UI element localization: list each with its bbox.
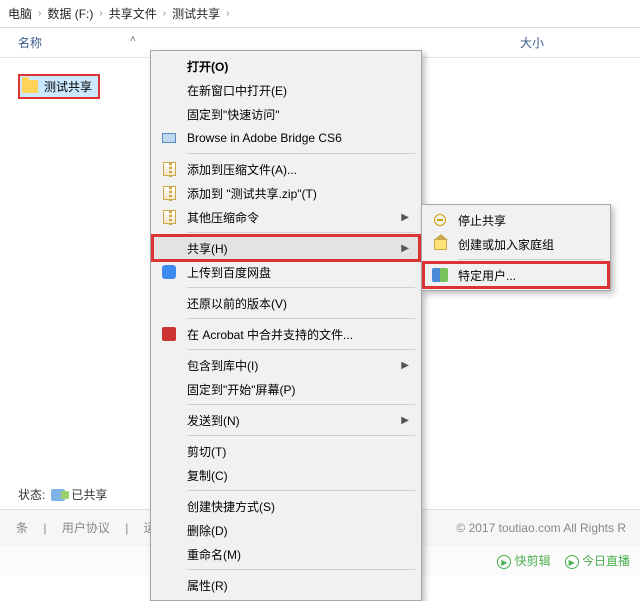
submenu-specific-users[interactable]: 特定用户... [424,263,608,287]
share-submenu: 停止共享 创建或加入家庭组 特定用户... [421,204,611,291]
menu-pin-quick-access[interactable]: 固定到"快速访问" [153,102,419,126]
chevron-right-icon: ▶ [401,360,409,371]
status-value: 已共享 [71,486,107,503]
people-icon [432,267,448,283]
shared-icon [51,489,65,501]
menu-pin-start[interactable]: 固定到"开始"屏幕(P) [153,377,419,401]
separator [187,435,415,436]
separator [187,569,415,570]
menu-acrobat-merge[interactable]: 在 Acrobat 中合并支持的文件... [153,322,419,346]
breadcrumb-item[interactable]: 数据 (F:) [47,5,93,22]
play-icon: ▶ [565,555,579,569]
separator [187,318,415,319]
pdf-icon [161,326,177,342]
menu-rename[interactable]: 重命名(M) [153,542,419,566]
menu-other-zip[interactable]: 其他压缩命令▶ [153,205,419,229]
menu-properties[interactable]: 属性(R) [153,573,419,597]
menu-create-shortcut[interactable]: 创建快捷方式(S) [153,494,419,518]
zip-icon [161,185,177,201]
menu-upload-baidu[interactable]: 上传到百度网盘 [153,260,419,284]
menu-add-to-zip[interactable]: 添加到压缩文件(A)... [153,157,419,181]
column-size[interactable]: 大小 [520,34,640,51]
menu-share[interactable]: 共享(H)▶ [153,236,419,260]
menu-delete[interactable]: 删除(D) [153,518,419,542]
chevron-right-icon: ▶ [401,212,409,223]
submenu-stop-sharing[interactable]: 停止共享 [424,208,608,232]
baidu-icon [161,264,177,280]
zip-icon [161,161,177,177]
folder-item-selected[interactable]: 测试共享 [18,74,100,99]
menu-include-library[interactable]: 包含到库中(I)▶ [153,353,419,377]
footer-link[interactable]: 用户协议 [62,521,110,535]
breadcrumb-item[interactable]: 测试共享 [172,5,220,22]
column-name[interactable]: 名称 ˄ [0,34,140,51]
sort-asc-icon: ˄ [130,34,136,45]
zip-icon [161,209,177,225]
folder-icon [22,80,38,93]
menu-restore-versions[interactable]: 还原以前的版本(V) [153,291,419,315]
separator [458,259,604,260]
folder-label: 测试共享 [44,78,92,95]
chevron-right-icon: ▶ [401,243,409,254]
stop-icon [432,212,448,228]
status-label: 状态: [18,486,45,503]
menu-open[interactable]: 打开(O) [153,54,419,78]
chevron-right-icon: › [163,8,166,19]
play-icon: ▶ [497,555,511,569]
submenu-homegroup[interactable]: 创建或加入家庭组 [424,232,608,256]
chevron-right-icon: › [226,8,229,19]
chevron-right-icon: › [99,8,102,19]
drive-icon [161,130,177,146]
menu-add-to-named-zip[interactable]: 添加到 "测试共享.zip"(T) [153,181,419,205]
chevron-right-icon: › [38,8,41,19]
separator [187,287,415,288]
context-menu: 打开(O) 在新窗口中打开(E) 固定到"快速访问" Browse in Ado… [150,50,422,601]
home-icon [432,236,448,252]
menu-open-new-window[interactable]: 在新窗口中打开(E) [153,78,419,102]
live-button[interactable]: ▶ 今日直播 [565,552,630,570]
separator [187,232,415,233]
breadcrumb-item[interactable]: 电脑 [8,5,32,22]
breadcrumb-item[interactable]: 共享文件 [109,5,157,22]
menu-copy[interactable]: 复制(C) [153,463,419,487]
separator [187,490,415,491]
menu-adobe-bridge[interactable]: Browse in Adobe Bridge CS6 [153,126,419,150]
copyright: © 2017 toutiao.com All Rights R [456,521,626,535]
menu-cut[interactable]: 剪切(T) [153,439,419,463]
quick-cut-button[interactable]: ▶ 快剪辑 [497,552,550,570]
menu-send-to[interactable]: 发送到(N)▶ [153,408,419,432]
chevron-right-icon: ▶ [401,415,409,426]
breadcrumb[interactable]: 电脑 › 数据 (F:) › 共享文件 › 测试共享 › [0,0,640,28]
separator [187,349,415,350]
separator [187,153,415,154]
separator [187,404,415,405]
